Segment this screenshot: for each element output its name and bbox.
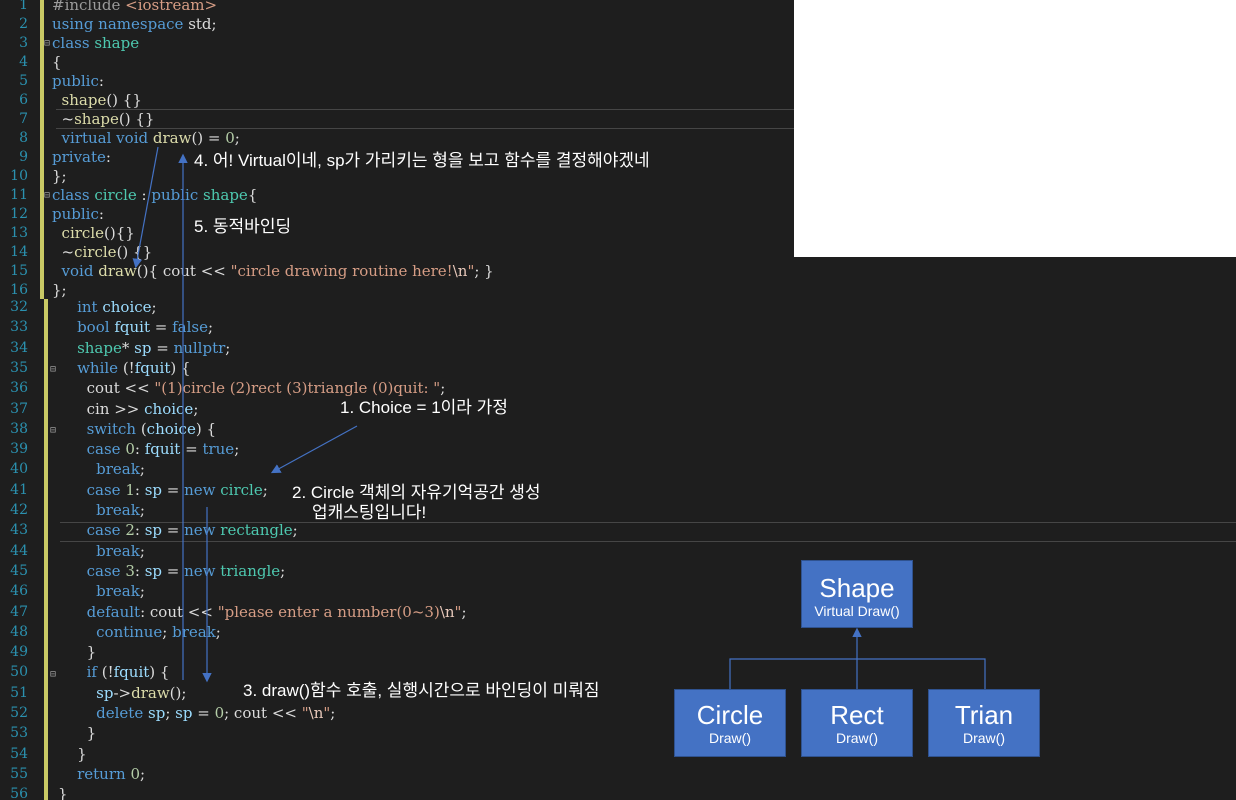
diagram-subtitle: Draw(): [709, 730, 751, 746]
diagram-title: Rect: [830, 700, 884, 730]
arrow-1: [270, 425, 358, 474]
diagram-box-trian: Trian Draw(): [928, 689, 1040, 757]
diagram-subtitle: Draw(): [836, 730, 878, 746]
diagram-box-rect: Rect Draw(): [801, 689, 913, 757]
arrow-4: [132, 146, 159, 269]
diagram-subtitle: Virtual Draw(): [814, 603, 900, 619]
annotation-arrows: [132, 146, 986, 689]
diagram-title: Trian: [954, 700, 1014, 730]
diagram-subtitle: Draw(): [963, 730, 1005, 746]
diagram-title: Shape: [819, 573, 895, 603]
diagram-box-shape: Shape Virtual Draw(): [801, 560, 913, 628]
diagram-title: Circle: [696, 700, 764, 730]
diagram-box-circle: Circle Draw(): [674, 689, 786, 757]
